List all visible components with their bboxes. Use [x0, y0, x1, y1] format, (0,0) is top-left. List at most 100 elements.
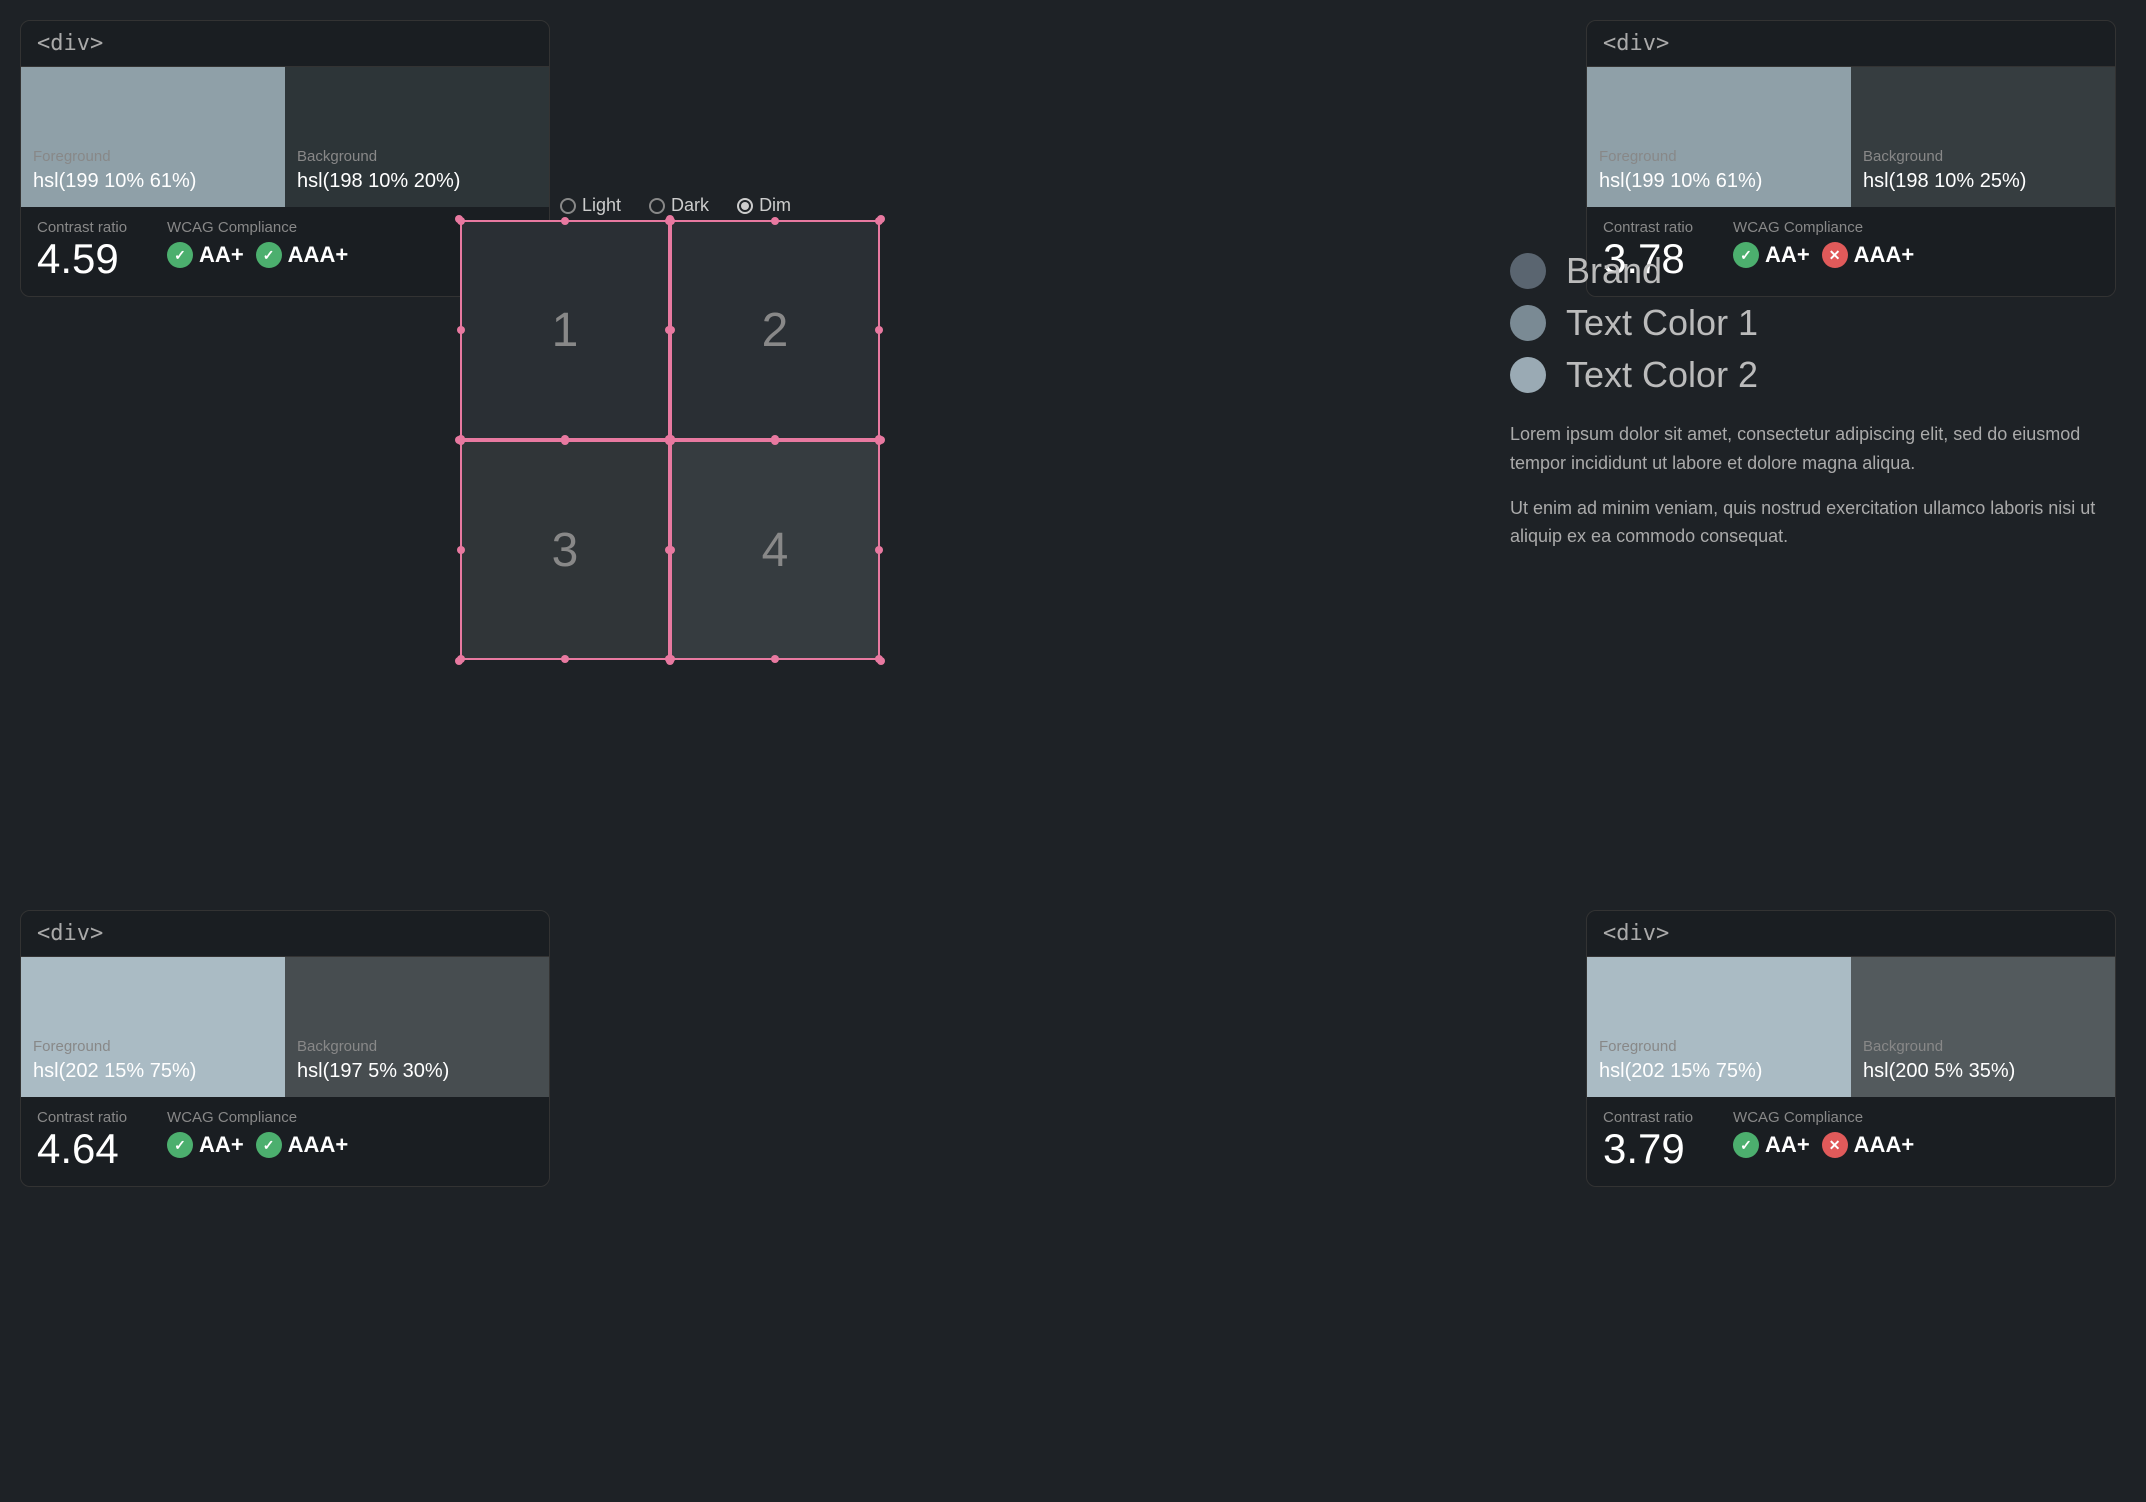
panel-br-contrast-label: Contrast ratio	[1603, 1109, 1693, 1126]
panel-tl-contrast-label: Contrast ratio	[37, 219, 127, 236]
panel-bl-tag: <div>	[21, 911, 549, 957]
handle-c2-tl[interactable]	[667, 217, 675, 225]
panel-br-aa-badge: ✓ AA+	[1733, 1132, 1810, 1158]
panel-bl-aaa-label: AAA+	[288, 1132, 349, 1158]
grid-cell-3[interactable]: 3	[460, 440, 670, 660]
grid-cell-1-label: 1	[552, 303, 579, 358]
panel-tr-fg-swatch: Foreground hsl(199 10% 61%)	[1587, 67, 1851, 207]
panel-tr-tag: <div>	[1587, 21, 2115, 67]
handle-c3-bl[interactable]	[457, 655, 465, 663]
panel-br-fg-value: hsl(202 15% 75%)	[1599, 1057, 1762, 1085]
panel-tl-aa-badge: ✓ AA+	[167, 242, 244, 268]
theme-dim-label: Dim	[759, 195, 791, 216]
panel-tl-aa-label: AA+	[199, 242, 244, 268]
lorem-p1: Lorem ipsum dolor sit amet, consectetur …	[1510, 420, 2110, 478]
handle-c2-mr[interactable]	[875, 326, 883, 334]
panel-tl-fg-value: hsl(199 10% 61%)	[33, 167, 196, 195]
lorem-text: Lorem ipsum dolor sit amet, consectetur …	[1500, 420, 2120, 551]
panel-tr-fg-value: hsl(199 10% 61%)	[1599, 167, 1762, 195]
radio-light[interactable]	[560, 198, 576, 214]
legend-item-text1: Text Color 1	[1510, 302, 2110, 344]
grid-row-top: 1 2	[460, 220, 880, 440]
panel-tl-bg-value: hsl(198 10% 20%)	[297, 167, 460, 195]
panel-tl-aaa-icon: ✓	[256, 242, 282, 268]
handle-c4-tl[interactable]	[667, 437, 675, 445]
handle-c2-ml[interactable]	[667, 326, 675, 334]
handle-c3-tl[interactable]	[457, 437, 465, 445]
panel-bl-fg-label: Foreground	[33, 1036, 196, 1057]
legend-item-text2: Text Color 2	[1510, 354, 2110, 396]
panel-bl-bg-value: hsl(197 5% 30%)	[297, 1057, 449, 1085]
radio-dark[interactable]	[649, 198, 665, 214]
panel-tr-bg-label: Background	[1863, 146, 2026, 167]
panel-bl-aa-badge: ✓ AA+	[167, 1132, 244, 1158]
legend: Brand Text Color 1 Text Color 2	[1500, 250, 2120, 396]
legend-item-brand: Brand	[1510, 250, 2110, 292]
legend-label-text2: Text Color 2	[1566, 354, 1758, 396]
theme-option-light[interactable]: Light	[560, 195, 621, 216]
panel-bottom-left: <div> Foreground hsl(202 15% 75%) Backgr…	[20, 910, 550, 1187]
theme-option-dark[interactable]: Dark	[649, 195, 709, 216]
grid-cell-2[interactable]: 2	[670, 220, 880, 440]
panel-tr-bg-swatch: Background hsl(198 10% 25%)	[1851, 67, 2115, 207]
grid-cell-4[interactable]: 4	[670, 440, 880, 660]
panel-br-tag: <div>	[1587, 911, 2115, 957]
panel-bl-aa-label: AA+	[199, 1132, 244, 1158]
lorem-p2: Ut enim ad minim veniam, quis nostrud ex…	[1510, 494, 2110, 552]
panel-br-fg-swatch: Foreground hsl(202 15% 75%)	[1587, 957, 1851, 1097]
panel-br-aaa-icon: ✕	[1822, 1132, 1848, 1158]
panel-tl-aa-icon: ✓	[167, 242, 193, 268]
panel-br-bg-label: Background	[1863, 1036, 2015, 1057]
handle-c2-tm[interactable]	[771, 217, 779, 225]
handle-c4-mr[interactable]	[875, 546, 883, 554]
panel-br-aa-label: AA+	[1765, 1132, 1810, 1158]
grid-container[interactable]: 1 2 3	[460, 220, 880, 660]
grid-cell-1[interactable]: 1	[460, 220, 670, 440]
panel-br-bg-swatch: Background hsl(200 5% 35%)	[1851, 957, 2115, 1097]
panel-bl-aa-icon: ✓	[167, 1132, 193, 1158]
panel-tl-bg-swatch: Background hsl(198 10% 20%)	[285, 67, 549, 207]
legend-label-brand: Brand	[1566, 250, 1662, 292]
panel-tl-fg-swatch: Foreground hsl(199 10% 61%)	[21, 67, 285, 207]
handle-c4-br[interactable]	[875, 655, 883, 663]
panel-br-bg-value: hsl(200 5% 35%)	[1863, 1057, 2015, 1085]
panel-br-aa-icon: ✓	[1733, 1132, 1759, 1158]
theme-light-label: Light	[582, 195, 621, 216]
panel-bl-aaa-badge: ✓ AAA+	[256, 1132, 349, 1158]
handle-c2-tr[interactable]	[875, 217, 883, 225]
theme-dark-label: Dark	[671, 195, 709, 216]
handle-c3-tm[interactable]	[561, 437, 569, 445]
handle-c4-ml[interactable]	[667, 546, 675, 554]
handle-c4-bl[interactable]	[667, 655, 675, 663]
panel-bl-wcag-label: WCAG Compliance	[167, 1109, 348, 1126]
handle-c4-tm[interactable]	[771, 437, 779, 445]
panel-tl-wcag-label: WCAG Compliance	[167, 219, 348, 236]
panel-bl-contrast-value: 4.64	[37, 1128, 127, 1170]
handle-c4-bm[interactable]	[771, 655, 779, 663]
panel-br-contrast-value: 3.79	[1603, 1128, 1693, 1170]
panel-br-wcag-label: WCAG Compliance	[1733, 1109, 1914, 1126]
grid-cell-4-label: 4	[762, 523, 789, 578]
panel-bl-fg-value: hsl(202 15% 75%)	[33, 1057, 196, 1085]
grid-cell-2-label: 2	[762, 303, 789, 358]
panel-br-aaa-badge: ✕ AAA+	[1822, 1132, 1915, 1158]
panel-br-aaa-label: AAA+	[1854, 1132, 1915, 1158]
panel-tl-tag: <div>	[21, 21, 549, 67]
theme-option-dim[interactable]: Dim	[737, 195, 791, 216]
radio-dim[interactable]	[737, 198, 753, 214]
panel-bl-contrast-label: Contrast ratio	[37, 1109, 127, 1126]
panel-tl-fg-label: Foreground	[33, 146, 196, 167]
legend-dot-text2	[1510, 357, 1546, 393]
grid-row-bottom: 3 4	[460, 440, 880, 660]
handle-c1-tm[interactable]	[561, 217, 569, 225]
legend-dot-text1	[1510, 305, 1546, 341]
panel-br-fg-label: Foreground	[1599, 1036, 1762, 1057]
handle-c4-tr[interactable]	[875, 437, 883, 445]
panel-bl-bg-swatch: Background hsl(197 5% 30%)	[285, 957, 549, 1097]
handle-c3-bm[interactable]	[561, 655, 569, 663]
panel-tr-fg-label: Foreground	[1599, 146, 1762, 167]
handle-c1-ml[interactable]	[457, 326, 465, 334]
handle-c3-ml[interactable]	[457, 546, 465, 554]
info-panel: Brand Text Color 1 Text Color 2 Lorem ip…	[1500, 230, 2120, 551]
handle-c1-tl[interactable]	[457, 217, 465, 225]
